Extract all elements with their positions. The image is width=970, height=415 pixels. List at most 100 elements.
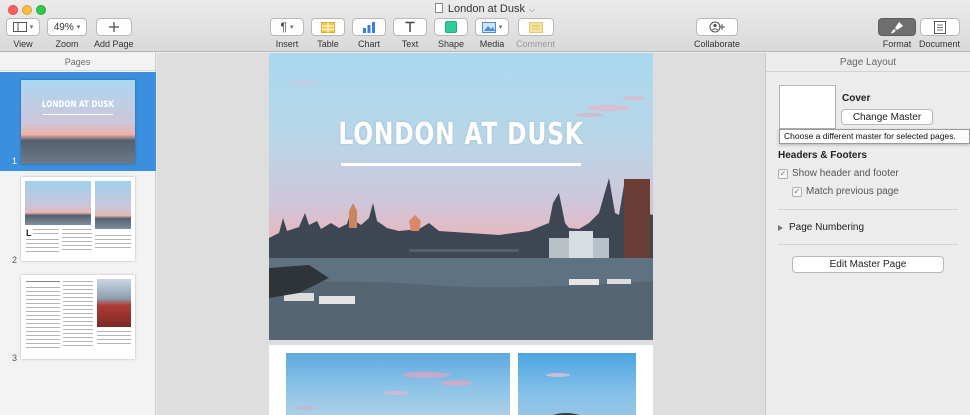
bar-chart-icon [363,22,375,33]
add-page-label: Add Page [94,39,134,49]
table-button[interactable] [311,18,345,36]
cover-page[interactable]: LONDON AT DUSK [269,53,653,340]
page-number: 1 [12,156,18,166]
master-name: Cover [842,93,871,104]
chart-button[interactable] [352,18,386,36]
match-previous-row[interactable]: ✓ Match previous page [792,186,899,197]
page-thumbnail-2[interactable]: L 2 [0,177,156,267]
thumbnail-photo [25,181,91,225]
cover-photo [269,81,653,340]
cover-title-rule [341,163,581,166]
shape-button[interactable] [434,18,468,36]
cover-title[interactable]: LONDON AT DUSK [311,117,611,152]
collaborate-button[interactable] [696,18,739,36]
add-page-button[interactable] [95,18,132,36]
text-tool[interactable]: Text [393,18,427,49]
page-number: 3 [12,353,18,363]
thumbnail-image: LONDON AT DUSK [21,80,135,164]
collaborate-tool[interactable]: Collaborate [694,18,740,49]
drop-cap: L [26,228,32,238]
media-label: Media [479,39,505,49]
document-canvas[interactable]: LONDON AT DUSK [157,53,765,415]
shape-label: Shape [437,39,465,49]
page-numbering-label: Page Numbering [789,222,865,233]
page-thumbnail-3[interactable]: 3 [0,275,156,365]
format-inspector: Page Layout Cover Change Master Choose a… [765,53,970,415]
add-page-tool[interactable]: Add Page [94,18,134,49]
show-header-footer-row[interactable]: ✓ Show header and footer [778,168,899,179]
page-2-photo-right [518,353,636,415]
plus-icon [108,22,119,32]
insert-tool[interactable]: ¶ ▾ Insert [270,18,304,49]
chevron-down-icon: ▾ [289,24,294,31]
thumbnail-image [21,275,135,359]
text-box-icon [405,21,415,32]
table-tool[interactable]: Table [311,18,345,49]
minimize-window-button[interactable] [22,5,32,15]
page-number: 2 [12,255,18,265]
section-divider [778,209,958,210]
comment-icon [528,21,543,33]
document-icon [933,20,946,34]
text-button[interactable] [393,18,427,36]
media-tool[interactable]: ▾ Media [475,18,509,49]
match-previous-label: Match previous page [806,186,899,197]
edit-master-page-button[interactable]: Edit Master Page [792,256,944,273]
chevron-down-icon: ▾ [498,24,503,31]
collaborate-label: Collaborate [694,39,741,49]
match-previous-checkbox[interactable]: ✓ [792,186,802,197]
headers-footers-heading: Headers & Footers [778,150,867,161]
page-thumbnail-1[interactable]: LONDON AT DUSK 1 [0,72,156,171]
text-label: Text [401,39,419,49]
document-label: Document [919,39,961,49]
inspector-title: Page Layout [766,53,970,72]
master-thumbnail[interactable] [779,85,836,129]
pages-sidebar: Pages LONDON AT DUSK 1 L 2 3 [0,53,156,415]
media-button[interactable]: ▾ [475,18,509,36]
chevron-down-icon: ⌵ [528,5,536,14]
chevron-down-icon: ▾ [29,24,34,31]
page-numbering-disclosure[interactable]: Page Numbering [778,222,864,233]
paragraph-icon: ¶ [280,20,287,34]
table-label: Table [317,39,339,49]
thumbnail-image: L [21,177,135,261]
page-2[interactable] [269,345,653,415]
document-tool[interactable]: Document [919,18,960,49]
insert-button[interactable]: ¶ ▾ [270,18,304,36]
comment-tool[interactable]: Comment [516,18,555,49]
toolbar: London at Dusk ⌵ ▾ View 49% ▾ Zoom Add Pa… [0,0,970,52]
zoom-window-button[interactable] [36,5,46,15]
zoom-tool[interactable]: 49% ▾ Zoom [47,18,87,49]
document-button[interactable] [919,18,960,36]
shape-icon [445,21,457,33]
sidebar-icon [12,22,27,32]
chevron-down-icon: ▾ [76,24,81,31]
section-divider [778,244,958,245]
zoom-label: Zoom [55,39,79,49]
zoom-select[interactable]: 49% ▾ [47,18,87,36]
close-window-button[interactable] [8,5,18,15]
format-tool[interactable]: Format [878,18,916,49]
chart-tool[interactable]: Chart [352,18,386,49]
ferris-wheel-illustration [546,373,580,415]
window-title[interactable]: London at Dusk ⌵ [0,3,970,15]
chart-label: Chart [357,39,380,49]
collaborate-icon [709,21,726,33]
change-master-button[interactable]: Change Master [841,109,933,125]
clouds-illustration [296,372,472,410]
paintbrush-icon [891,21,903,33]
view-button[interactable]: ▾ [6,18,40,36]
document-icon [434,3,443,13]
page-2-photo-left [286,353,510,415]
comment-button[interactable] [517,18,554,36]
view-tool[interactable]: ▾ View [6,18,40,49]
show-header-footer-checkbox[interactable]: ✓ [778,168,788,179]
thumbnail-photo [97,279,131,327]
zoom-value: 49% [53,21,74,33]
insert-label: Insert [275,39,299,49]
thumbnail-photo [95,181,131,229]
photo-icon [481,21,496,33]
view-label: View [13,39,33,49]
shape-tool[interactable]: Shape [434,18,468,49]
format-button[interactable] [878,18,916,36]
